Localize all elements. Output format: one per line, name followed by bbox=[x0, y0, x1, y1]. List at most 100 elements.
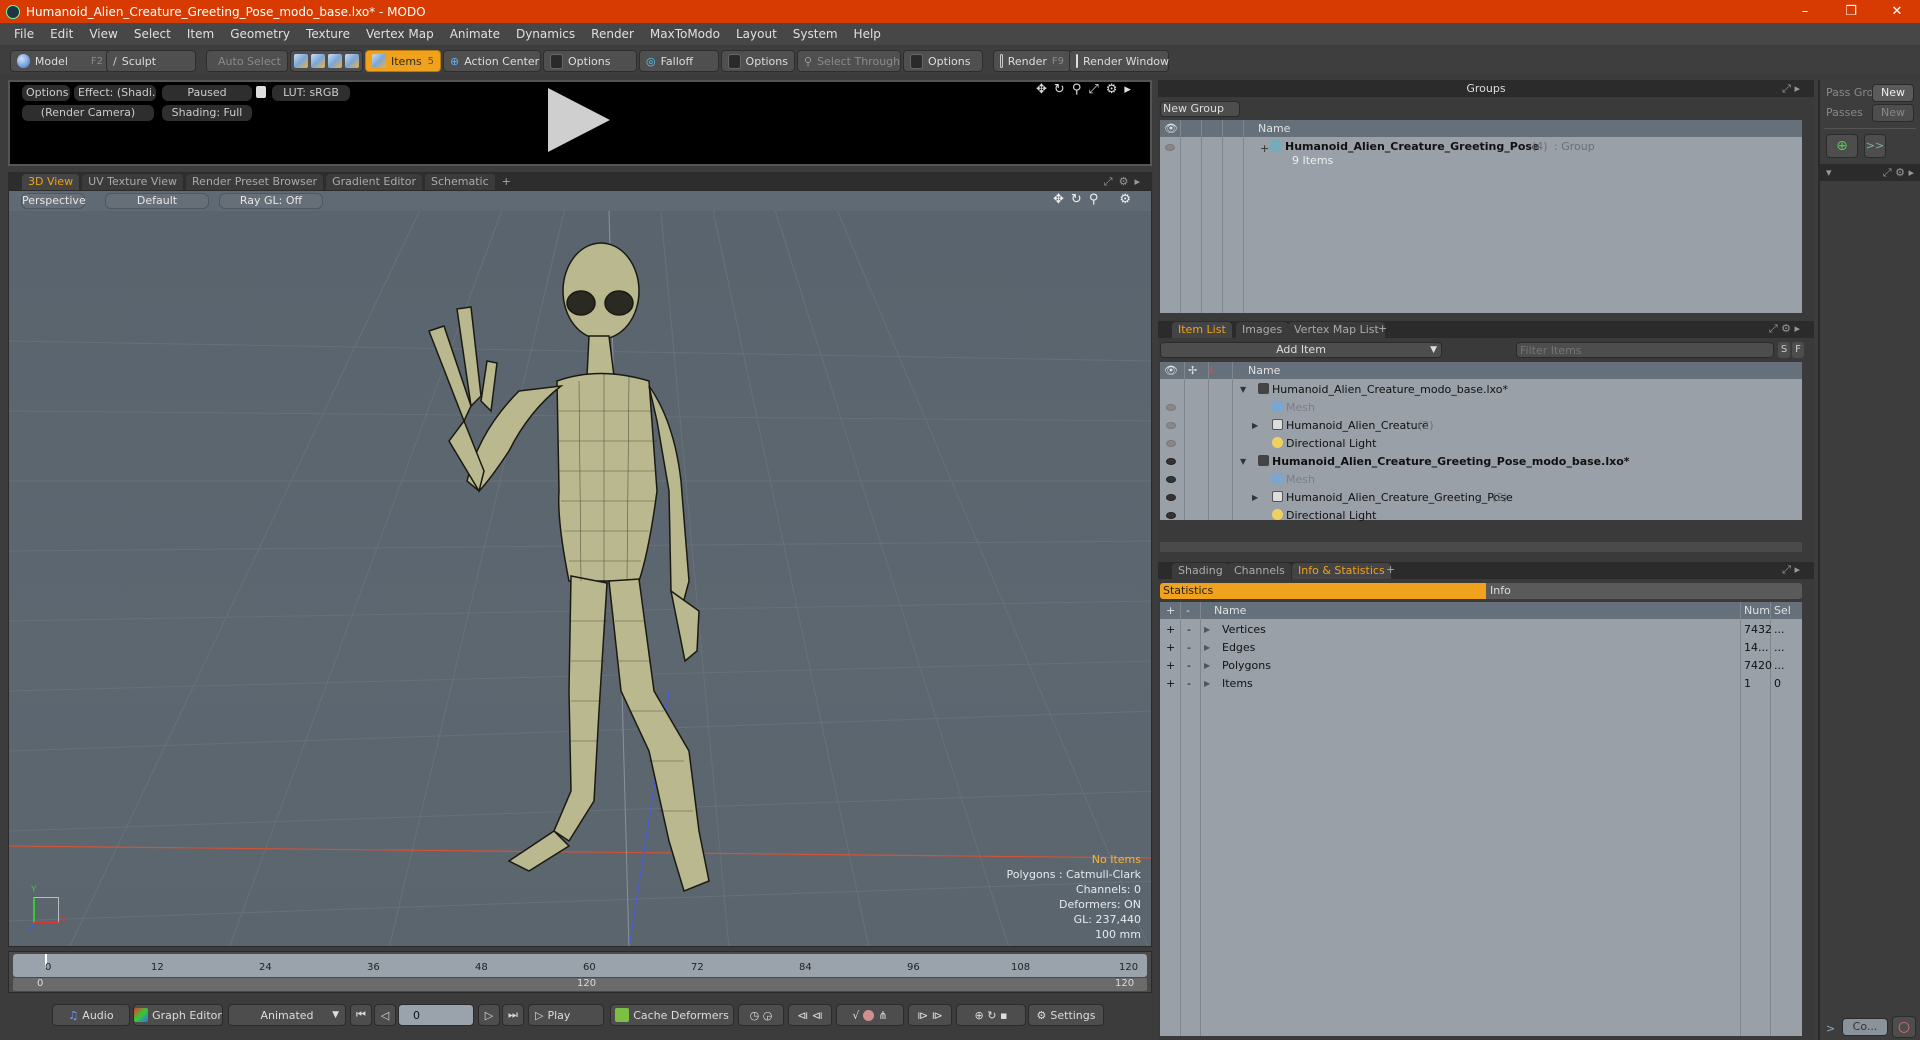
expand-arrow-icon[interactable]: ▶ bbox=[1204, 679, 1210, 688]
add-tab-button[interactable]: + bbox=[498, 174, 515, 190]
vertices-mode-icon[interactable] bbox=[294, 54, 308, 68]
stat-row[interactable]: + - ▶ Edges 14... ... bbox=[1160, 638, 1785, 656]
expand-arrow-icon[interactable]: ▸ bbox=[1124, 82, 1131, 97]
menu-edit[interactable]: Edit bbox=[42, 27, 81, 41]
menu-help[interactable]: Help bbox=[846, 27, 889, 41]
menu-select[interactable]: Select bbox=[126, 27, 179, 41]
close-button[interactable]: ✕ bbox=[1874, 4, 1920, 19]
stat-row[interactable]: + - ▶ Vertices 7432 ... bbox=[1160, 620, 1785, 638]
raygl-dropdown[interactable]: Ray GL: Off bbox=[219, 193, 323, 209]
maximize-icon[interactable]: ⤢ bbox=[1104, 174, 1113, 190]
record-macro-button[interactable]: ○ bbox=[1892, 1016, 1916, 1038]
visibility-column-icon[interactable]: 👁 bbox=[1164, 364, 1178, 377]
item-row[interactable]: ▶ Humanoid_Alien_Creature_Greeting_Pose … bbox=[1160, 488, 1780, 506]
graph-editor-button[interactable]: Graph Editor bbox=[133, 1004, 223, 1026]
shading-dropdown[interactable]: Shading: Full bbox=[162, 105, 252, 121]
collapse-arrow-icon[interactable]: ▼ bbox=[1240, 457, 1246, 466]
materials-mode-icon[interactable] bbox=[345, 54, 359, 68]
effect-dropdown[interactable]: Effect: (Shadi... bbox=[74, 85, 156, 101]
tab-info-statistics[interactable]: Info & Statistics bbox=[1292, 563, 1391, 579]
visibility-eye-icon[interactable] bbox=[1166, 511, 1176, 519]
remove-stat-button[interactable]: - bbox=[1187, 677, 1191, 690]
edges-mode-icon[interactable] bbox=[311, 54, 325, 68]
menu-render[interactable]: Render bbox=[583, 27, 642, 41]
go-to-end-button[interactable]: ⏭ bbox=[502, 1004, 524, 1026]
tab-shading[interactable]: Shading bbox=[1172, 563, 1229, 579]
tab-item-list[interactable]: Item List bbox=[1172, 322, 1232, 338]
select-through-options-button[interactable]: Options bbox=[903, 50, 983, 72]
name-column-header[interactable]: Name bbox=[1214, 604, 1246, 617]
next-key-buttons[interactable]: ⧐ ⧐ bbox=[908, 1004, 952, 1026]
play-button[interactable]: ▷ Play bbox=[528, 1004, 604, 1026]
add-stat-button[interactable]: + bbox=[1166, 677, 1175, 690]
select-through-button[interactable]: ⚲ Select Through bbox=[797, 50, 901, 72]
item-row[interactable]: Directional Light bbox=[1160, 506, 1780, 524]
add-tab-button[interactable]: + bbox=[1386, 563, 1395, 576]
panel-icons[interactable]: ⤢ ⚙ ▸ bbox=[1883, 164, 1914, 181]
settings-button[interactable]: ⚙ Settings bbox=[1028, 1004, 1104, 1026]
expand-arrow-icon[interactable]: ▶ bbox=[1252, 493, 1258, 502]
visibility-column-icon[interactable]: 👁 bbox=[1164, 122, 1178, 135]
pan-icon[interactable]: ✥ bbox=[1053, 192, 1064, 207]
menu-layout[interactable]: Layout bbox=[728, 27, 785, 41]
menu-vertex-map[interactable]: Vertex Map bbox=[358, 27, 442, 41]
collapse-arrow-icon[interactable]: ▼ bbox=[1240, 385, 1246, 394]
render-window-button[interactable]: Render Window bbox=[1069, 50, 1169, 72]
add-tab-button[interactable]: + bbox=[1378, 322, 1387, 335]
3d-viewport[interactable]: Perspective Default Ray GL: Off ✥ ↻ ⚲ ⚙ … bbox=[8, 190, 1152, 947]
timeline[interactable]: 0 12 24 36 48 60 72 84 96 108 120 0 120 … bbox=[8, 951, 1152, 993]
stat-row[interactable]: + - ▶ Polygons 7420 ... bbox=[1160, 656, 1785, 674]
more-button[interactable]: >> bbox=[1864, 134, 1886, 158]
render-button[interactable]: Render F9 bbox=[993, 50, 1071, 72]
model-mode-button[interactable]: Model F2 bbox=[10, 50, 110, 72]
f-button[interactable]: F bbox=[1792, 342, 1804, 358]
item-row[interactable]: ▼ Humanoid_Alien_Creature_modo_base.lxo* bbox=[1160, 380, 1780, 398]
step-back-button[interactable]: ◁ bbox=[374, 1004, 396, 1026]
tab-render-preset-browser[interactable]: Render Preset Browser bbox=[186, 174, 324, 190]
menu-dynamics[interactable]: Dynamics bbox=[508, 27, 583, 41]
menu-file[interactable]: File bbox=[6, 27, 42, 41]
item-list-hscrollbar[interactable] bbox=[1160, 542, 1802, 552]
current-frame-input[interactable]: 0 bbox=[398, 1004, 474, 1026]
expand-arrow-icon[interactable]: ▶ bbox=[1204, 625, 1210, 634]
name-column-header[interactable]: Name bbox=[1258, 122, 1290, 135]
sel-column-header[interactable]: Sel bbox=[1774, 604, 1791, 617]
play-preview-icon[interactable] bbox=[548, 88, 610, 152]
zoom-icon[interactable]: ⚲ bbox=[1072, 82, 1082, 97]
lock-icon[interactable] bbox=[256, 86, 266, 98]
projection-dropdown[interactable]: Perspective bbox=[21, 193, 86, 209]
sculpt-mode-button[interactable]: / Sculpt bbox=[106, 50, 196, 72]
menu-maxtomodo[interactable]: MaxToModo bbox=[642, 27, 728, 41]
maximize-icon[interactable]: ⤢ ▸ bbox=[1782, 80, 1800, 97]
chevron-down-icon[interactable]: ▼ bbox=[1430, 343, 1437, 357]
add-stat-button[interactable]: + bbox=[1166, 641, 1175, 654]
gear-icon[interactable]: ⚙ bbox=[1119, 192, 1131, 207]
items-mode-button[interactable]: Items 5 bbox=[365, 50, 441, 72]
item-row[interactable]: ▶ Humanoid_Alien_Creature (2) bbox=[1160, 416, 1780, 434]
visibility-eye-icon[interactable] bbox=[1166, 493, 1176, 501]
remove-stat-button[interactable]: - bbox=[1187, 659, 1191, 672]
menu-item[interactable]: Item bbox=[179, 27, 222, 41]
item-row[interactable]: Directional Light bbox=[1160, 434, 1780, 452]
name-column-header[interactable]: Name bbox=[1248, 364, 1280, 377]
add-item-button[interactable]: Add Item ▼ bbox=[1160, 342, 1442, 358]
pin-column-icon[interactable]: ✢ bbox=[1188, 364, 1197, 377]
minimize-button[interactable]: – bbox=[1782, 4, 1828, 19]
lut-dropdown[interactable]: LUT: sRGB bbox=[272, 85, 350, 101]
remove-stat-button[interactable]: - bbox=[1187, 623, 1191, 636]
expand-arrow-icon[interactable]: ▶ bbox=[1204, 661, 1210, 670]
expand-plus-icon[interactable]: + bbox=[1260, 142, 1269, 155]
rotate-icon[interactable]: ↻ bbox=[1054, 82, 1065, 97]
expand-arrow-icon[interactable]: ▶ bbox=[1252, 421, 1258, 430]
visibility-eye-icon[interactable] bbox=[1166, 457, 1176, 465]
tab-gradient-editor[interactable]: Gradient Editor bbox=[326, 174, 422, 190]
preview-options-button[interactable]: Options bbox=[22, 85, 70, 101]
visibility-eye-icon[interactable] bbox=[1166, 439, 1176, 447]
visibility-eye-icon[interactable] bbox=[1165, 143, 1175, 151]
panel-icons[interactable]: ⤢ ⚙ ▸ bbox=[1769, 322, 1800, 336]
group-row[interactable]: + Humanoid_Alien_Creature_Greeting_Pose … bbox=[1160, 138, 1780, 156]
record-buttons[interactable]: √ ⋔ bbox=[836, 1004, 904, 1026]
visibility-eye-icon[interactable] bbox=[1166, 421, 1176, 429]
menu-geometry[interactable]: Geometry bbox=[222, 27, 298, 41]
s-button[interactable]: S bbox=[1778, 342, 1790, 358]
